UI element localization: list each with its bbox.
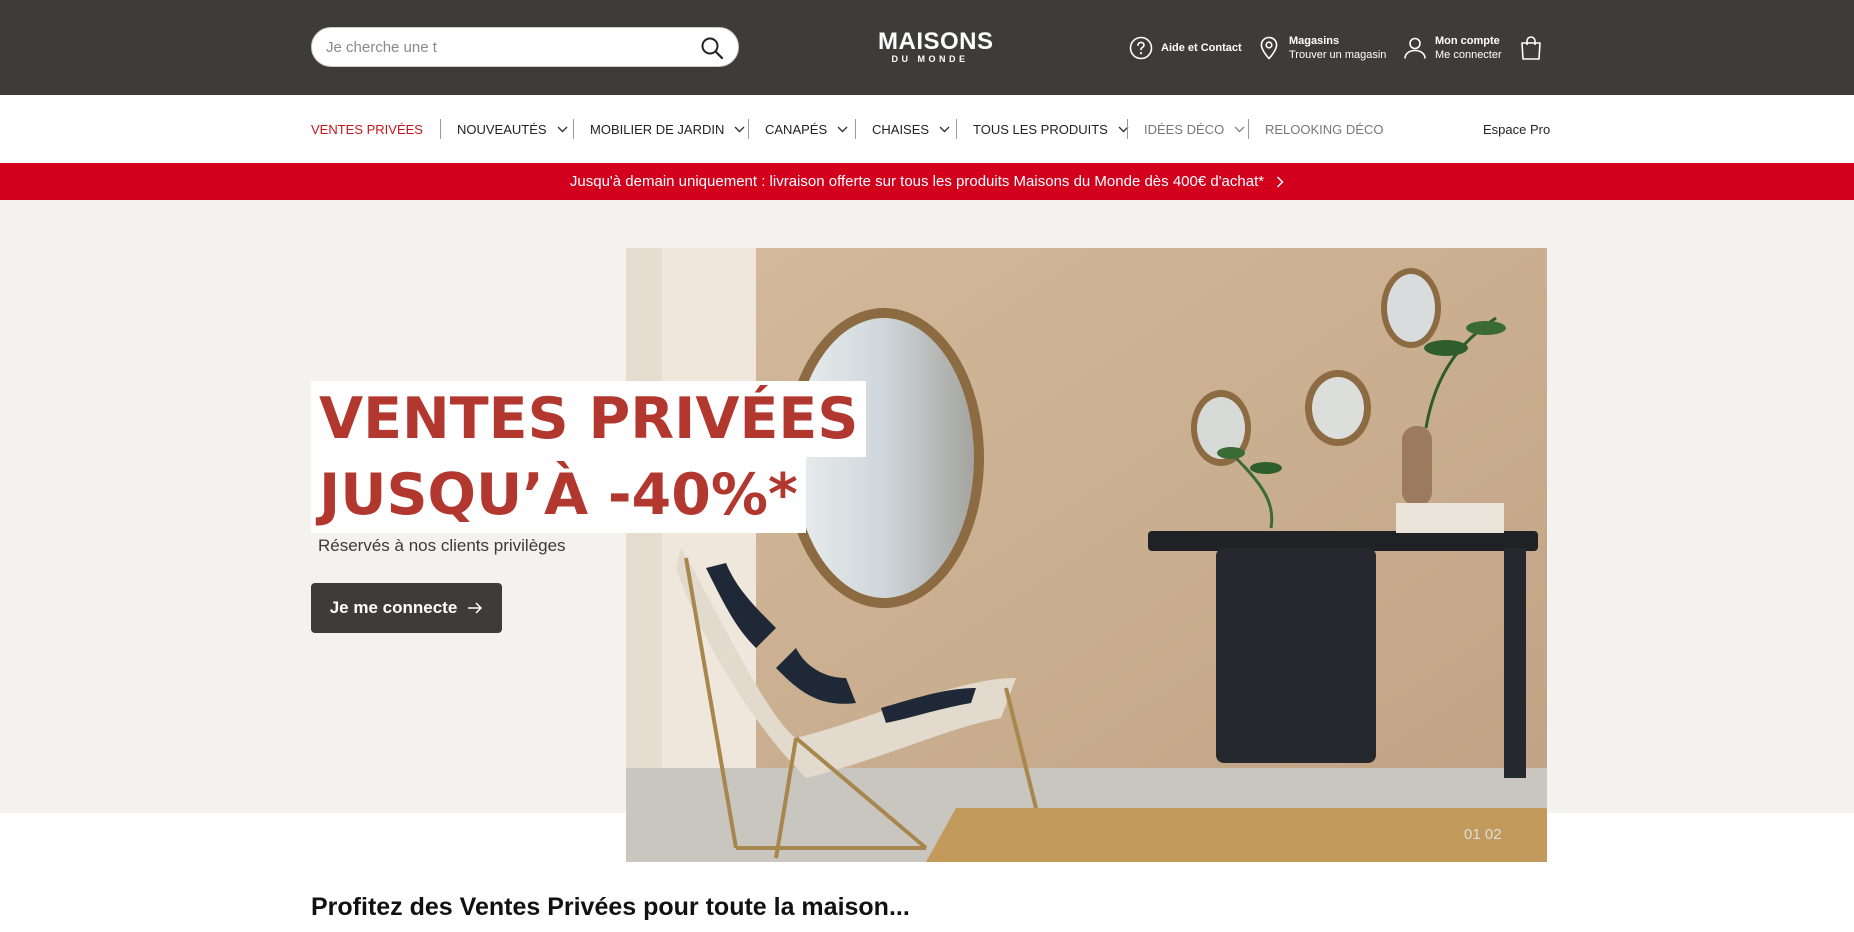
account-text: Mon compte Me connecter (1435, 34, 1502, 62)
search-icon[interactable] (700, 36, 724, 60)
espace-pro-label: Espace Pro (1483, 121, 1551, 137)
chevron-right-icon (1277, 175, 1284, 188)
help-label: Aide et Contact (1161, 42, 1242, 54)
chevron-down-icon (734, 126, 745, 132)
chevron-down-icon (837, 126, 848, 132)
promo-text: Jusqu'à demain uniquement : livraison of… (569, 173, 1265, 190)
chevron-down-icon (939, 126, 950, 132)
connect-button-label: Je me connecte (329, 598, 458, 617)
nav-label: IDÉES DÉCO (1144, 121, 1225, 137)
logo-text-sub: DU MONDE (891, 54, 969, 64)
nav-item-tous-produits[interactable]: TOUS LES PRODUITS (973, 95, 1129, 163)
cart-button[interactable] (1519, 30, 1543, 66)
hero-scene-illustration (626, 248, 1547, 862)
nav-item-nouveautes[interactable]: NOUVEAUTÉS (457, 95, 568, 163)
site-logo[interactable]: MAISONS DU MONDE (878, 28, 994, 66)
chevron-down-icon (557, 126, 568, 132)
nav-label: RELOOKING DÉCO (1265, 121, 1384, 137)
nav-label: VENTES PRIVÉES (311, 121, 423, 137)
nav-divider (573, 119, 574, 139)
nav-label: NOUVEAUTÉS (457, 121, 547, 137)
nav-divider (748, 119, 749, 139)
nav-item-ventes-privees[interactable]: VENTES PRIVÉES (311, 95, 423, 163)
location-pin-icon (1260, 36, 1278, 60)
stores-link[interactable]: Magasins Trouver un magasin (1259, 30, 1386, 66)
nav-item-relooking-deco[interactable]: RELOOKING DÉCO (1265, 95, 1383, 163)
section-title: Profitez des Ventes Privées pour toute l… (311, 893, 910, 921)
connect-button[interactable]: Je me connecte (311, 583, 502, 633)
logo-text-main: MAISONS (878, 28, 994, 55)
nav-label: TOUS LES PRODUITS (973, 121, 1108, 137)
slide-counter: 01 02 (1464, 826, 1502, 843)
hero-subtitle: Réservés à nos clients privilèges (318, 536, 566, 555)
chevron-down-icon (1234, 126, 1245, 132)
hero-image (626, 248, 1547, 862)
nav-label: CANAPÉS (765, 121, 828, 137)
hero-title-line2: JUSQU’À -40%* (311, 457, 806, 533)
account-title: Mon compte (1435, 35, 1500, 47)
account-link[interactable]: Mon compte Me connecter (1403, 30, 1502, 66)
shopping-bag-icon (1521, 36, 1541, 60)
nav-divider (956, 119, 957, 139)
help-contact-link[interactable]: Aide et Contact (1129, 30, 1242, 66)
nav-divider (440, 119, 441, 139)
nav-item-idees-deco[interactable]: IDÉES DÉCO (1144, 95, 1245, 163)
nav-item-canapes[interactable]: CANAPÉS (765, 95, 848, 163)
hero-title-line1: VENTES PRIVÉES (311, 381, 867, 457)
top-header: MAISONS DU MONDE Aide et Contact Magasin… (0, 0, 1854, 95)
espace-pro-link[interactable]: Espace Pro (1483, 95, 1550, 163)
nav-item-mobilier-jardin[interactable]: MOBILIER DE JARDIN (590, 95, 745, 163)
stores-title: Magasins (1289, 35, 1340, 47)
nav-item-chaises[interactable]: CHAISES (872, 95, 950, 163)
stores-subtitle: Trouver un magasin (1289, 49, 1387, 61)
main-navigation: VENTES PRIVÉES NOUVEAUTÉS MOBILIER DE JA… (0, 95, 1854, 163)
account-subtitle: Me connecter (1435, 49, 1502, 61)
nav-divider (1248, 119, 1249, 139)
search-bar (311, 27, 739, 67)
promo-banner[interactable]: Jusqu'à demain uniquement : livraison of… (0, 163, 1854, 200)
help-icon (1129, 36, 1153, 60)
nav-label: CHAISES (872, 121, 930, 137)
arrow-right-icon (468, 602, 483, 614)
nav-divider (855, 119, 856, 139)
nav-label: MOBILIER DE JARDIN (590, 121, 725, 137)
search-input[interactable] (326, 28, 686, 66)
nav-divider (1127, 119, 1128, 139)
stores-text: Magasins Trouver un magasin (1289, 34, 1386, 62)
user-icon (1404, 37, 1426, 59)
